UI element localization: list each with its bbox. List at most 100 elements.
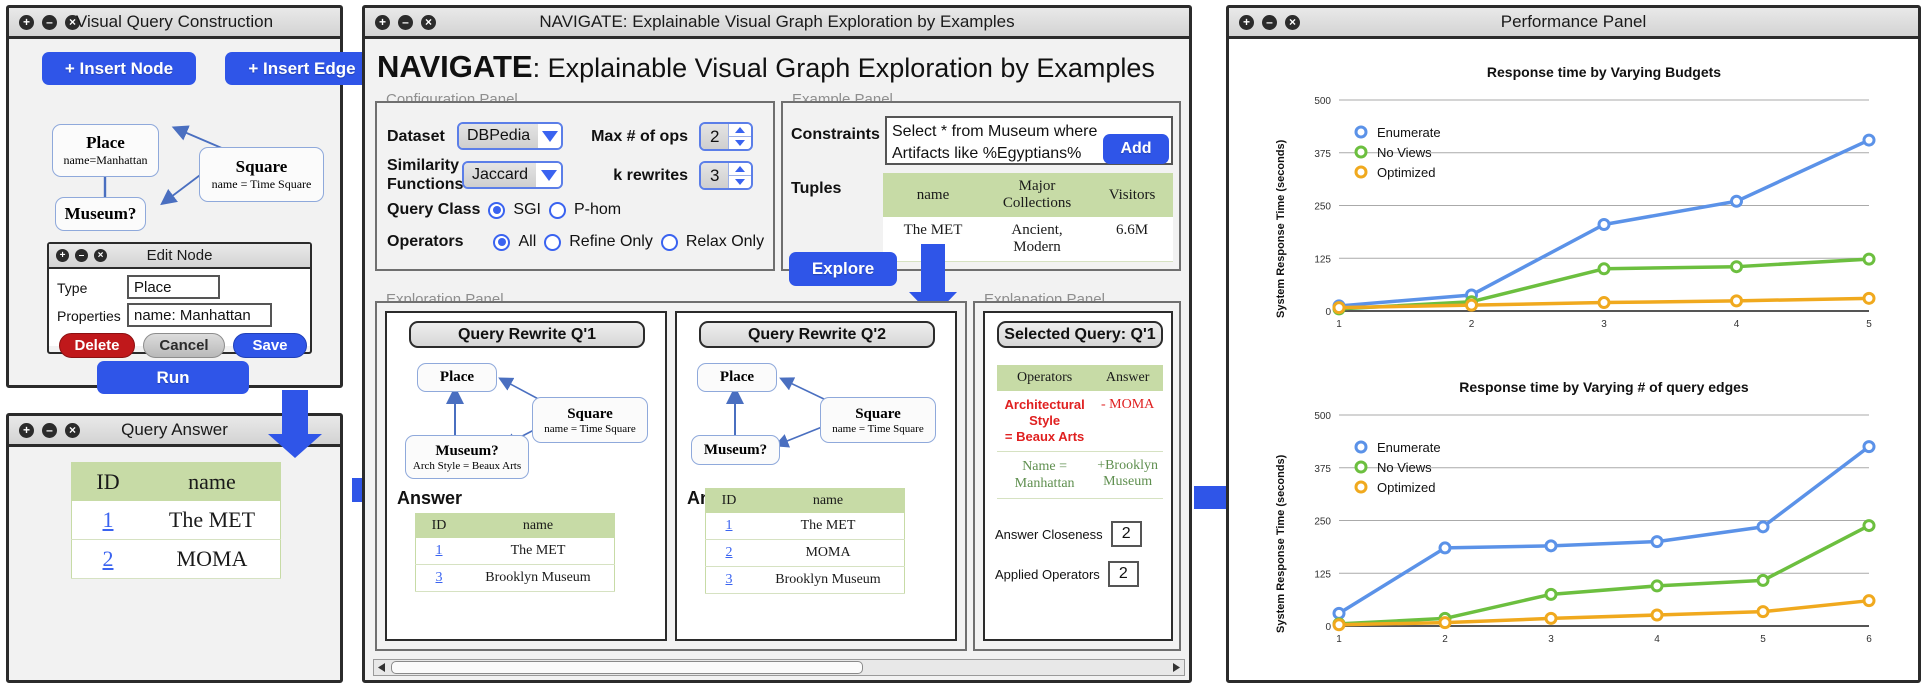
insert-edge-button[interactable]: + Insert Edge	[225, 52, 379, 85]
rewrite-answer-table-2: ID name 1 The MET 2 MOMA 3 Brooklyn Muse…	[705, 488, 905, 594]
similarity-label-line2: Functions	[387, 176, 464, 193]
node-type: Square	[567, 405, 613, 422]
row-id[interactable]: 2	[726, 545, 733, 560]
window-controls[interactable]: + – ×	[19, 14, 80, 30]
answer-closeness-value[interactable]: 2	[1110, 521, 1142, 547]
table-row[interactable]: 2 MOMA	[71, 539, 281, 579]
window-controls[interactable]: + – ×	[19, 422, 80, 438]
radio-operators-refine-only[interactable]	[544, 233, 562, 251]
applied-operators-value[interactable]: 2	[1107, 561, 1139, 587]
maximize-icon[interactable]: +	[56, 249, 69, 262]
stepper-arrows[interactable]	[728, 163, 751, 188]
operator-line1: Name =	[1022, 459, 1068, 474]
save-button[interactable]: Save	[233, 333, 307, 358]
dataset-select[interactable]: DBPedia	[457, 122, 563, 150]
table-row[interactable]: Architectural Style = Beaux Arts - MOMA	[997, 391, 1163, 452]
minimize-icon[interactable]: –	[75, 249, 88, 262]
node-type: Museum?	[64, 204, 137, 223]
stepper-down-icon[interactable]	[729, 176, 751, 188]
table-row[interactable]: 3 Brooklyn Museum	[705, 566, 905, 594]
close-icon[interactable]: ×	[65, 422, 80, 438]
k-rewrites-stepper[interactable]: 3	[699, 161, 753, 190]
explore-button[interactable]: Explore	[789, 252, 897, 286]
query-rewrite-title-2[interactable]: Query Rewrite Q'2	[699, 321, 935, 348]
close-icon[interactable]: ×	[65, 14, 80, 30]
type-field-value: Place	[134, 278, 172, 296]
close-icon[interactable]: ×	[1285, 14, 1300, 30]
type-field[interactable]: Place	[127, 275, 220, 299]
radio-query-class-phom[interactable]	[548, 201, 566, 219]
stepper-arrows[interactable]	[728, 124, 751, 149]
applied-operators-label: Applied Operators	[995, 566, 1100, 582]
cancel-button[interactable]: Cancel	[143, 333, 225, 358]
maximize-icon[interactable]: +	[375, 14, 390, 30]
table-row[interactable]: Name = Manhattan +Brooklyn Museum	[997, 451, 1163, 499]
radio-query-class-sgi[interactable]	[488, 201, 506, 219]
close-icon[interactable]: ×	[94, 249, 107, 262]
stepper-up-icon[interactable]	[729, 124, 751, 137]
rewrite-node-place-1[interactable]: Place	[417, 363, 497, 392]
properties-field[interactable]: name: Manhattan	[127, 303, 272, 327]
radio-operators-all[interactable]	[493, 233, 511, 251]
row-id[interactable]: 2	[103, 546, 114, 571]
similarity-function-select[interactable]: Jaccard	[462, 161, 563, 189]
query-class-option-phom: P-hom	[573, 201, 622, 218]
minimize-icon[interactable]: –	[1262, 14, 1277, 30]
svg-text:5: 5	[1866, 319, 1872, 330]
stepper-down-icon[interactable]	[729, 137, 751, 149]
row-id[interactable]: 3	[436, 570, 443, 585]
table-row[interactable]: 1 The MET	[71, 501, 281, 540]
delete-button[interactable]: Delete	[59, 333, 135, 358]
maximize-icon[interactable]: +	[1239, 14, 1254, 30]
table-row[interactable]: 3 Brooklyn Museum	[415, 564, 615, 592]
stepper-up-icon[interactable]	[729, 163, 751, 176]
table-row[interactable]: 1 The MET	[415, 538, 615, 565]
graph-node-square[interactable]: Square name = Time Square	[199, 147, 324, 202]
row-id[interactable]: 1	[726, 518, 733, 533]
minimize-icon[interactable]: –	[398, 14, 413, 30]
similarity-label-line1: Similarity	[387, 157, 460, 174]
radio-operators-relax-only[interactable]	[660, 233, 678, 251]
selected-query-header[interactable]: Selected Query: Q'1	[997, 321, 1163, 348]
row-id[interactable]: 3	[726, 572, 733, 587]
app-heading-rest: : Explainable Visual Graph Exploration b…	[532, 53, 1155, 83]
rewrite-node-square-1[interactable]: Square name = Time Square	[532, 397, 648, 443]
table-row[interactable]: 1 The MET	[705, 513, 905, 540]
constraints-label: Constraints	[791, 126, 880, 143]
minimize-icon[interactable]: –	[42, 422, 57, 438]
scroll-left-arrow-icon[interactable]	[374, 663, 389, 672]
scroll-right-arrow-icon[interactable]	[1169, 663, 1184, 672]
cell-answer-1: - MOMA	[1092, 391, 1163, 452]
close-icon[interactable]: ×	[421, 14, 436, 30]
scrollbar-thumb[interactable]	[391, 661, 863, 674]
window-controls[interactable]: + – ×	[1239, 14, 1300, 30]
rewrite-node-museum-1[interactable]: Museum? Arch Style = Beaux Arts	[405, 435, 529, 479]
horizontal-scrollbar[interactable]	[373, 659, 1185, 676]
cell-operator-2: Name = Manhattan	[997, 451, 1093, 499]
rewrite-node-place-2[interactable]: Place	[697, 363, 777, 392]
row-id[interactable]: 1	[436, 543, 443, 558]
insert-node-button[interactable]: + Insert Node	[42, 52, 196, 85]
graph-node-place[interactable]: Place name=Manhattan	[52, 124, 159, 177]
svg-text:6: 6	[1866, 634, 1872, 645]
max-ops-stepper[interactable]: 2	[699, 122, 753, 151]
add-constraint-button[interactable]: Add	[1103, 134, 1169, 164]
chevron-down-icon[interactable]	[538, 124, 561, 148]
minimize-icon[interactable]: –	[42, 14, 57, 30]
dialog-titlebar: + – × Edit Node	[49, 244, 310, 269]
operator-line1: Architectural Style	[1004, 397, 1085, 428]
query-rewrite-card-2: Query Rewrite Q'2 Place Square name = Ti…	[675, 311, 957, 641]
run-button[interactable]: Run	[97, 361, 249, 394]
query-rewrite-title-1[interactable]: Query Rewrite Q'1	[409, 321, 645, 348]
maximize-icon[interactable]: +	[19, 14, 34, 30]
graph-node-museum[interactable]: Museum?	[55, 197, 146, 231]
maximize-icon[interactable]: +	[19, 422, 34, 438]
table-row[interactable]: 2 MOMA	[705, 539, 905, 567]
node-type: Square	[855, 405, 901, 422]
dialog-window-controls[interactable]: + – ×	[56, 249, 107, 262]
row-id[interactable]: 1	[103, 507, 114, 532]
window-controls[interactable]: + – ×	[375, 14, 436, 30]
rewrite-node-museum-2[interactable]: Museum?	[691, 435, 780, 465]
rewrite-node-square-2[interactable]: Square name = Time Square	[820, 397, 936, 443]
chevron-down-icon[interactable]	[536, 163, 561, 187]
